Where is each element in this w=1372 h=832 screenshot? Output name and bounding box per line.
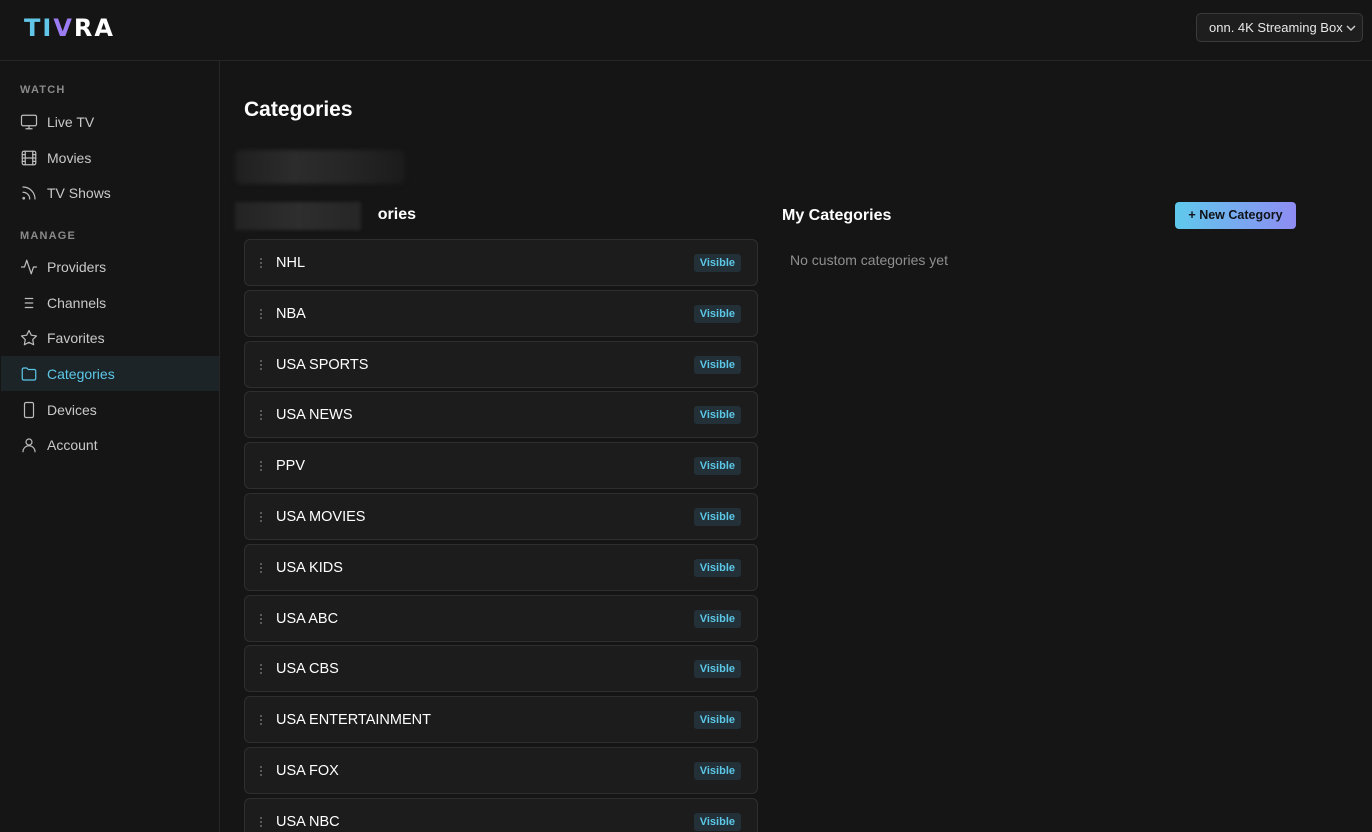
- sidebar-item-categories[interactable]: Categories: [1, 356, 219, 391]
- chevron-down-icon: [1346, 25, 1356, 31]
- visibility-badge[interactable]: Visible: [693, 813, 741, 831]
- drag-handle-icon[interactable]: [257, 458, 265, 474]
- sidebar-item-favorites[interactable]: Favorites: [1, 320, 219, 355]
- device-selector[interactable]: onn. 4K Streaming Box: [1196, 13, 1363, 42]
- category-name: NBA: [276, 306, 306, 322]
- category-row[interactable]: NBA Visible: [244, 290, 758, 337]
- redacted-block: [235, 150, 405, 184]
- activity-icon: [20, 259, 38, 274]
- sidebar-section-manage: MANAGE: [20, 230, 77, 242]
- category-row[interactable]: USA ABC Visible: [244, 595, 758, 642]
- redacted-heading: [235, 202, 361, 230]
- new-category-button[interactable]: + New Category: [1175, 202, 1296, 229]
- drag-handle-icon[interactable]: [257, 814, 265, 830]
- sidebar-item-label: Providers: [47, 258, 107, 275]
- my-categories-title: My Categories: [782, 207, 892, 224]
- visibility-badge[interactable]: Visible: [693, 457, 741, 475]
- category-row[interactable]: PPV Visible: [244, 442, 758, 489]
- user-icon: [22, 437, 36, 452]
- sidebar-item-label: Live TV: [47, 113, 95, 130]
- category-name: USA CBS: [276, 661, 339, 677]
- sidebar-item-live-tv[interactable]: Live TV: [1, 104, 219, 139]
- sidebar-item-channels[interactable]: Channels: [1, 285, 219, 320]
- category-row[interactable]: USA ENTERTAINMENT Visible: [244, 696, 758, 743]
- visibility-badge[interactable]: Visible: [693, 762, 741, 780]
- sidebar-item-label: Devices: [47, 401, 97, 418]
- visibility-badge[interactable]: Visible: [693, 356, 741, 374]
- sidebar-item-devices[interactable]: Devices: [1, 392, 219, 427]
- drag-handle-icon[interactable]: [257, 611, 265, 627]
- main-content: Categories ories My Categories + New Cat…: [221, 61, 1372, 832]
- drag-handle-icon[interactable]: [257, 407, 265, 423]
- empty-state-text: No custom categories yet: [790, 252, 948, 268]
- category-row[interactable]: USA MOVIES Visible: [244, 493, 758, 540]
- logo-part-3: RA: [73, 14, 115, 42]
- category-name: USA FOX: [276, 763, 339, 779]
- category-row[interactable]: USA NBC Visible: [244, 798, 758, 832]
- category-name: USA MOVIES: [276, 509, 366, 525]
- top-bar: TIVRA onn. 4K Streaming Box: [0, 0, 1372, 61]
- category-row[interactable]: USA NEWS Visible: [244, 391, 758, 438]
- category-row[interactable]: NHL Visible: [244, 239, 758, 286]
- logo-part-2: V: [53, 14, 74, 42]
- sidebar-item-label: Categories: [47, 365, 115, 382]
- category-row[interactable]: USA KIDS Visible: [244, 544, 758, 591]
- drag-handle-icon[interactable]: [257, 763, 265, 779]
- category-name: NHL: [276, 255, 306, 271]
- page-title: Categories: [244, 98, 353, 121]
- category-name: USA KIDS: [276, 560, 343, 576]
- drag-handle-icon[interactable]: [257, 357, 265, 373]
- visibility-badge[interactable]: Visible: [693, 559, 741, 577]
- visibility-badge[interactable]: Visible: [693, 305, 741, 323]
- drag-handle-icon[interactable]: [257, 560, 265, 576]
- category-name: PPV: [276, 458, 306, 474]
- visibility-badge[interactable]: Visible: [693, 610, 741, 628]
- visibility-badge[interactable]: Visible: [693, 711, 741, 729]
- sidebar-section-watch: WATCH: [20, 84, 66, 96]
- sidebar-item-providers[interactable]: Providers: [1, 249, 219, 284]
- sidebar-item-movies[interactable]: Movies: [1, 140, 219, 175]
- monitor-icon: [20, 114, 38, 129]
- smartphone-icon: [23, 401, 35, 418]
- app-logo[interactable]: TIVRA: [24, 14, 115, 42]
- rss-icon: [22, 185, 36, 200]
- logo-part-1: TI: [24, 14, 54, 42]
- visibility-badge[interactable]: Visible: [693, 254, 741, 272]
- drag-handle-icon[interactable]: [257, 712, 265, 728]
- category-row[interactable]: USA FOX Visible: [244, 747, 758, 794]
- drag-handle-icon[interactable]: [257, 661, 265, 677]
- sidebar-item-label: Movies: [47, 149, 92, 166]
- sidebar-item-label: TV Shows: [47, 184, 111, 201]
- visibility-badge[interactable]: Visible: [693, 660, 741, 678]
- device-selector-value: onn. 4K Streaming Box: [1209, 20, 1343, 35]
- folder-icon: [21, 366, 37, 381]
- sidebar-item-label: Favorites: [47, 329, 105, 346]
- category-name: USA SPORTS: [276, 357, 369, 373]
- category-name: USA ABC: [276, 611, 339, 627]
- category-row[interactable]: USA SPORTS Visible: [244, 341, 758, 388]
- film-icon: [21, 150, 37, 165]
- drag-handle-icon[interactable]: [257, 306, 265, 322]
- sidebar-item-tv-shows[interactable]: TV Shows: [1, 175, 219, 210]
- category-name: USA NBC: [276, 814, 340, 830]
- sidebar-item-account[interactable]: Account: [1, 427, 219, 462]
- sidebar-item-label: Account: [47, 436, 98, 453]
- star-icon: [20, 329, 38, 345]
- category-name: USA NEWS: [276, 407, 353, 423]
- visibility-badge[interactable]: Visible: [693, 406, 741, 424]
- visibility-badge[interactable]: Visible: [693, 508, 741, 526]
- sidebar-item-label: Channels: [47, 294, 107, 311]
- sidebar: WATCH Live TV Movies TV Shows MANAGE Pro…: [0, 61, 220, 832]
- list-icon: [24, 297, 34, 308]
- category-row[interactable]: USA CBS Visible: [244, 645, 758, 692]
- category-name: USA ENTERTAINMENT: [276, 712, 431, 728]
- drag-handle-icon[interactable]: [257, 509, 265, 525]
- drag-handle-icon[interactable]: [257, 255, 265, 271]
